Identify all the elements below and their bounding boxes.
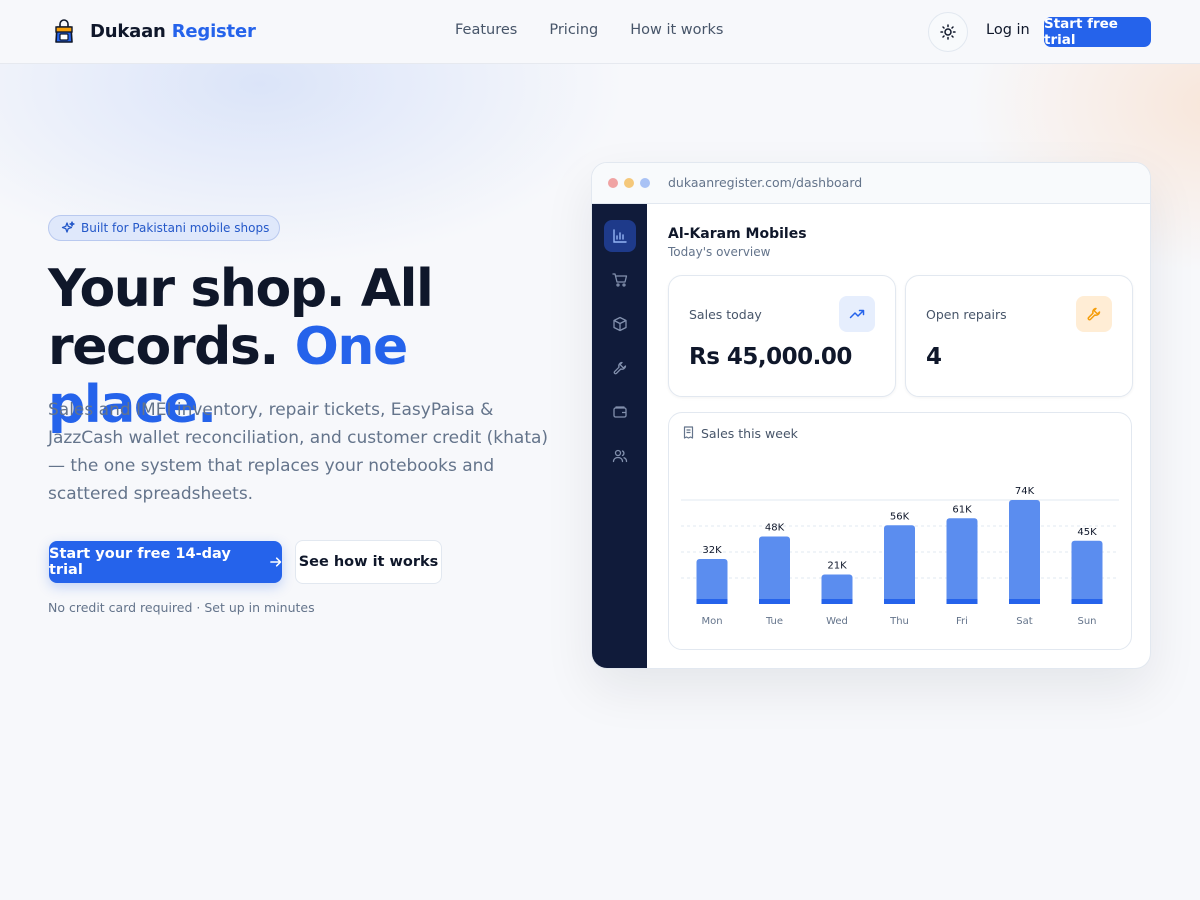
- shop-bag-icon: [55, 19, 73, 43]
- shop-overview-subtitle: Today's overview: [668, 245, 771, 259]
- chart-bar: [884, 525, 915, 604]
- sales-today-value: Rs 45,000.00: [689, 344, 852, 370]
- wrench-icon-box: [1076, 296, 1112, 332]
- chart-bar-base: [884, 599, 915, 604]
- brand-name-part2: Register: [171, 20, 256, 42]
- dashboard-preview: dukaanregister.com/dashboard Al-Karam Mo…: [591, 162, 1151, 669]
- login-link[interactable]: Log in: [986, 22, 1030, 38]
- chart-bar: [1071, 540, 1103, 604]
- cart-icon: [612, 273, 628, 287]
- chart-tick-label: Thu: [889, 616, 909, 627]
- open-repairs-label: Open repairs: [926, 307, 1007, 322]
- chart-bar-base: [821, 599, 853, 604]
- chart-bar-base: [1071, 599, 1103, 604]
- chart-bar-base: [946, 599, 978, 604]
- chart-bar-base: [696, 599, 728, 604]
- chart-bar: [1009, 500, 1040, 604]
- arrow-right-icon: [269, 557, 281, 567]
- hero-subtext: Sales and IMEI inventory, repair tickets…: [48, 400, 549, 504]
- trending-up-icon-box: [839, 296, 875, 332]
- sidebar-item-sales[interactable]: [604, 264, 636, 296]
- hero-fineprint: No credit card required · Set up in minu…: [48, 600, 315, 615]
- wrench-icon: [1087, 307, 1101, 321]
- chart-tick-label: Wed: [826, 616, 848, 627]
- chart-bar-base: [759, 599, 790, 604]
- wallet-icon: [613, 406, 627, 418]
- browser-url: dukaanregister.com/dashboard: [668, 175, 863, 190]
- theme-toggle-button[interactable]: [928, 12, 968, 52]
- browser-bar: dukaanregister.com/dashboard: [592, 163, 1150, 204]
- chart-bar-base: [1009, 599, 1040, 604]
- chart-data-label: 21K: [827, 560, 847, 571]
- trending-up-icon: [849, 309, 865, 319]
- brand-logo-link[interactable]: Dukaan Register: [50, 17, 256, 45]
- open-repairs-card: Open repairs 4: [905, 275, 1133, 397]
- nav-links: Features Pricing How it works: [455, 22, 723, 38]
- chart-data-label: 48K: [765, 523, 785, 534]
- sales-week-bar-chart: 32K Mon 48K Tue 21K Wed 56K Thu 61K Fri 74K Sat 45K S…: [681, 486, 1119, 627]
- dashboard-sidebar: [592, 204, 647, 668]
- chart-bar: [759, 536, 790, 604]
- window-dot-red: [608, 178, 618, 188]
- chart-tick-label: Fri: [956, 616, 968, 627]
- shop-name: Al-Karam Mobiles: [668, 226, 807, 242]
- chart-bar: [946, 518, 978, 604]
- sidebar-item-wallets[interactable]: [604, 396, 636, 428]
- open-repairs-value: 4: [926, 344, 942, 370]
- chart-data-label: 56K: [890, 511, 910, 522]
- chart-icon: [613, 229, 627, 243]
- box-icon: [613, 316, 627, 332]
- hero-badge: Built for Pakistani mobile shops: [48, 215, 280, 241]
- hero-badge-label: Built for Pakistani mobile shops: [81, 221, 270, 235]
- top-nav: Dukaan Register Features Pricing How it …: [0, 0, 1200, 64]
- chart-tick-label: Mon: [701, 616, 722, 627]
- sidebar-item-repairs[interactable]: [604, 352, 636, 384]
- brand-name: Dukaan Register: [90, 21, 256, 42]
- chart-data-label: 61K: [952, 504, 972, 515]
- users-icon: [612, 449, 628, 463]
- see-how-it-works-button[interactable]: See how it works: [295, 540, 442, 584]
- chart-tick-label: Sun: [1077, 616, 1096, 627]
- window-dot-blue: [640, 178, 650, 188]
- nav-link-how-it-works[interactable]: How it works: [630, 22, 723, 38]
- start-free-trial-button[interactable]: Start free trial: [1044, 16, 1151, 48]
- chart-tick-label: Tue: [765, 616, 783, 627]
- chart-bar: [696, 559, 728, 604]
- chart-data-label: 45K: [1077, 527, 1097, 538]
- sun-icon: [940, 24, 956, 40]
- sidebar-item-dashboard[interactable]: [604, 220, 636, 252]
- chart-tick-label: Sat: [1016, 616, 1032, 627]
- chart-data-label: 74K: [1015, 486, 1035, 497]
- sales-week-chart-card: Sales this week 32K Mon 48K Tue 21K Wed 56K Thu…: [668, 412, 1132, 650]
- window-dot-yellow: [624, 178, 634, 188]
- nav-link-pricing[interactable]: Pricing: [549, 22, 598, 38]
- sidebar-item-inventory[interactable]: [604, 308, 636, 340]
- sparkles-icon: [61, 221, 75, 233]
- nav-link-features[interactable]: Features: [455, 22, 517, 38]
- sidebar-item-customers[interactable]: [604, 440, 636, 472]
- sales-today-label: Sales today: [689, 307, 762, 322]
- brand-name-part1: Dukaan: [90, 20, 166, 42]
- chart-data-label: 32K: [702, 545, 722, 556]
- sales-today-card: Sales today Rs 45,000.00: [668, 275, 896, 397]
- start-trial-cta-label: Start your free 14-day trial: [49, 546, 231, 578]
- wrench-icon: [613, 361, 627, 375]
- start-trial-cta-button[interactable]: Start your free 14-day trial: [49, 541, 282, 583]
